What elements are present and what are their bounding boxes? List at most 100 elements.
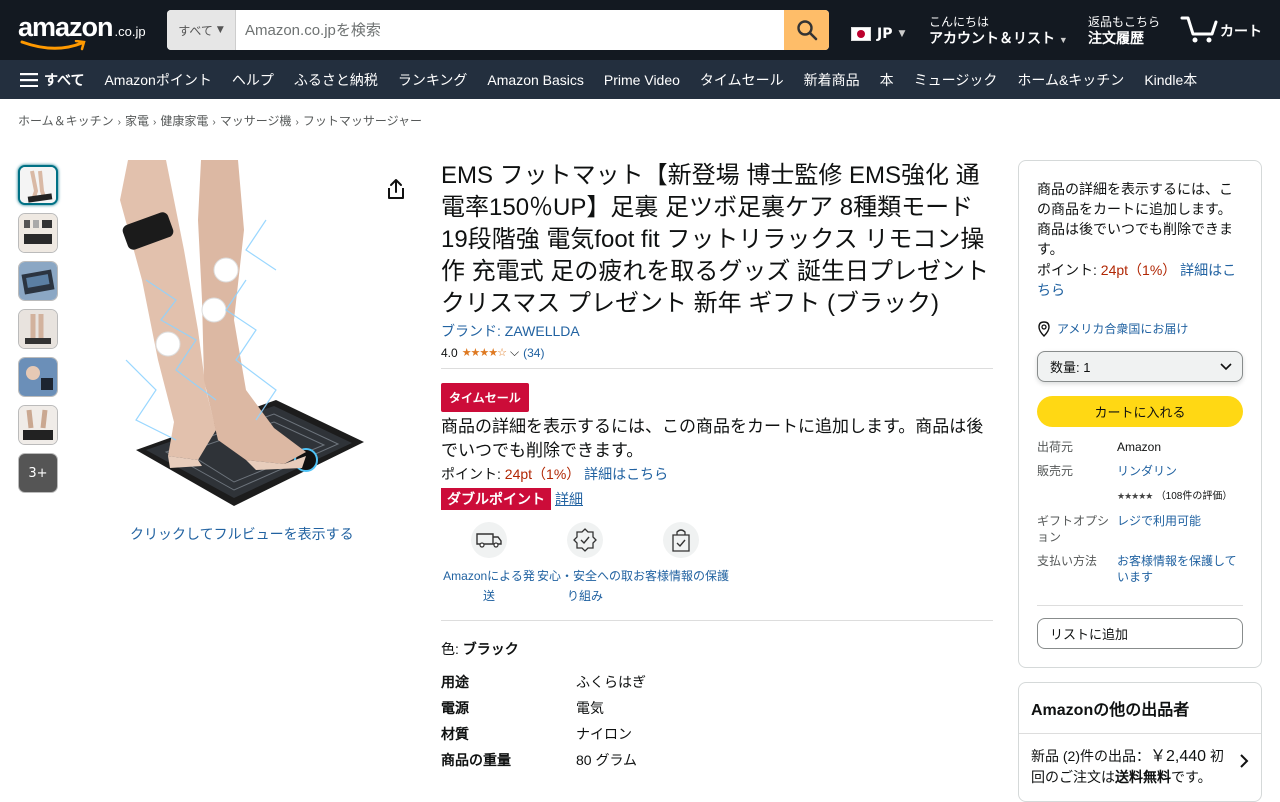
breadcrumb-link[interactable]: フットマッサージャー [303, 114, 422, 128]
all-menu-button[interactable]: すべて [20, 70, 84, 90]
color-value: ブラック [462, 641, 519, 657]
double-points: ダブルポイント 詳細 [441, 488, 993, 510]
breadcrumb-link[interactable]: 家電 [125, 114, 149, 128]
japan-flag-icon [851, 27, 871, 41]
nav-item[interactable]: Amazon Basics [487, 72, 583, 88]
color-label: 色: [441, 641, 463, 657]
rating-value: 4.0 [441, 345, 458, 360]
foot-mat-product-photo [106, 160, 381, 520]
logo-domain: .co.jp [114, 24, 146, 39]
add-to-cart-button[interactable]: カートに入れる [1037, 396, 1243, 427]
thumbnail-image[interactable] [18, 309, 58, 349]
rating-count-link[interactable]: (34) [523, 346, 544, 360]
points-details-link[interactable]: 詳細はこちら [584, 466, 668, 482]
search-button[interactable] [784, 10, 829, 50]
feature-privacy[interactable]: お客様情報の保護 [633, 522, 729, 606]
breadcrumb-link[interactable]: マッサージ機 [220, 114, 292, 128]
quantity-select[interactable]: 数量: 1 [1037, 351, 1243, 382]
spec-key: 用途 [441, 674, 469, 690]
seller-star-rating-icon[interactable]: ★★★★★ [1117, 491, 1153, 501]
nav-item[interactable]: ふるさと納税 [294, 70, 378, 90]
spec-row: 商品の重量 80 グラム [441, 747, 993, 773]
product-details: EMS フットマット【新登場 博士監修 EMS強化 通電率150％UP】足裏 足… [441, 160, 993, 773]
rating-summary: 4.0 ★★★★☆ ⌵ (34) [441, 345, 993, 360]
sold-by-label: 販売元 [1037, 464, 1074, 478]
deliver-to-link[interactable]: アメリカ合衆国にお届け [1037, 320, 1243, 337]
nav-item[interactable]: ヘルプ [232, 70, 274, 90]
search-bar: すべて ▼ [167, 10, 829, 50]
spec-row: 用途 ふくらはぎ [441, 669, 993, 695]
search-input[interactable] [236, 10, 784, 50]
thumbnail-feet-image [19, 406, 57, 444]
main-product-image[interactable] [106, 160, 381, 520]
thumbnail-image[interactable] [18, 213, 58, 253]
breadcrumb: ホーム＆キッチン › 家電 › 健康家電 › マッサージ機 › フットマッサージャー [18, 112, 422, 129]
feature-safety[interactable]: 安心・安全への取り組み [537, 522, 633, 606]
nav-item[interactable]: ホーム&キッチン [1017, 70, 1124, 90]
thumbnail-image[interactable] [18, 261, 58, 301]
language-selector[interactable]: JP ▼ [851, 26, 905, 42]
color-selection: 色: ブラック [441, 639, 993, 659]
thumbnail-mat-image [19, 262, 57, 300]
payment-link[interactable]: お客様情報を保護しています [1117, 554, 1237, 584]
share-button[interactable] [386, 178, 406, 204]
nav-item[interactable]: ランキング [398, 70, 468, 90]
sold-by-link[interactable]: リンダリン [1117, 464, 1177, 478]
nav-item[interactable]: 本 [880, 70, 894, 90]
chevron-down-icon: ▼ [898, 29, 906, 39]
more-thumbnails-button[interactable]: 3+ [18, 453, 58, 493]
nav-item[interactable]: タイムセール [700, 70, 784, 90]
thumbnail-image[interactable] [18, 165, 58, 205]
spec-row: 電源 電気 [441, 695, 993, 721]
account-label: アカウント＆リスト [929, 30, 1055, 46]
spec-table: 用途 ふくらはぎ 電源 電気 材質 ナイロン 商品の重量 80 グラム [441, 669, 993, 773]
feature-label: お客様情報の保護 [633, 569, 730, 583]
breadcrumb-link[interactable]: 健康家電 [160, 114, 208, 128]
nav-item[interactable]: 新着商品 [804, 70, 860, 90]
ships-from-label: 出荷元 [1037, 440, 1074, 454]
divider [441, 620, 993, 621]
search-category-label: すべて [178, 23, 213, 38]
all-menu-label: すべて [44, 71, 85, 88]
nav-item[interactable]: Prime Video [604, 72, 680, 88]
account-menu[interactable]: こんにちは アカウント＆リスト ▼ [929, 15, 1068, 49]
language-label: JP [877, 26, 893, 42]
add-to-list-button[interactable]: リストに追加 [1037, 618, 1243, 649]
divider [1037, 605, 1243, 606]
hamburger-icon [20, 72, 38, 87]
buybox-points-value: 24pt（1%） [1100, 262, 1177, 278]
points-info: ポイント: 24pt（1%） 詳細はこちら [441, 464, 993, 484]
chevron-right-icon: › [295, 117, 299, 128]
other-sellers-box[interactable]: Amazonの他の出品者 新品 (2)件の出品：￥2,440 初回のご注文は送料… [1018, 682, 1262, 802]
nav-item[interactable]: Kindle本 [1144, 70, 1197, 90]
spec-key: 電源 [441, 700, 469, 716]
nav-item[interactable]: Amazonポイント [104, 70, 211, 90]
star-rating-icon[interactable]: ★★★★☆ [462, 346, 507, 359]
chevron-right-icon: › [117, 117, 121, 128]
thumbnail-image[interactable] [18, 405, 58, 445]
search-category-dropdown[interactable]: すべて ▼ [167, 10, 236, 50]
double-points-details-link[interactable]: 詳細 [555, 489, 583, 509]
gift-option-link[interactable]: レジで利用可能 [1117, 514, 1201, 528]
amazon-logo[interactable]: amazon .co.jp [18, 12, 153, 52]
points-value: 24pt（1%） [504, 466, 581, 482]
chevron-right-icon: › [153, 117, 157, 128]
logo-word: amazon [18, 12, 114, 42]
chevron-down-icon[interactable]: ⌵ [510, 345, 519, 360]
spec-key: 商品の重量 [441, 752, 511, 768]
full-view-link[interactable]: クリックしてフルビューを表示する [130, 524, 354, 544]
ships-from-value: Amazon [1117, 440, 1162, 454]
thumbnail-list: 3+ [18, 165, 58, 501]
offer-text-end: です。 [1171, 769, 1212, 785]
thumbnail-image[interactable] [18, 357, 58, 397]
feature-amazon-shipping[interactable]: Amazonによる発送 [441, 522, 537, 606]
orders-link[interactable]: 返品もこちら 注文履歴 [1088, 15, 1160, 47]
cart-button[interactable]: カート [1180, 14, 1262, 44]
thumbnail-usage-image [19, 310, 57, 348]
feature-label: 安心・安全への取り組み [537, 569, 634, 603]
breadcrumb-link[interactable]: ホーム＆キッチン [18, 114, 114, 128]
brand-link[interactable]: ブランド: ZAWELLDA [441, 321, 993, 341]
secure-bag-icon [672, 529, 690, 552]
account-greeting: こんにちは [929, 15, 990, 29]
nav-item[interactable]: ミュージック [914, 70, 998, 90]
